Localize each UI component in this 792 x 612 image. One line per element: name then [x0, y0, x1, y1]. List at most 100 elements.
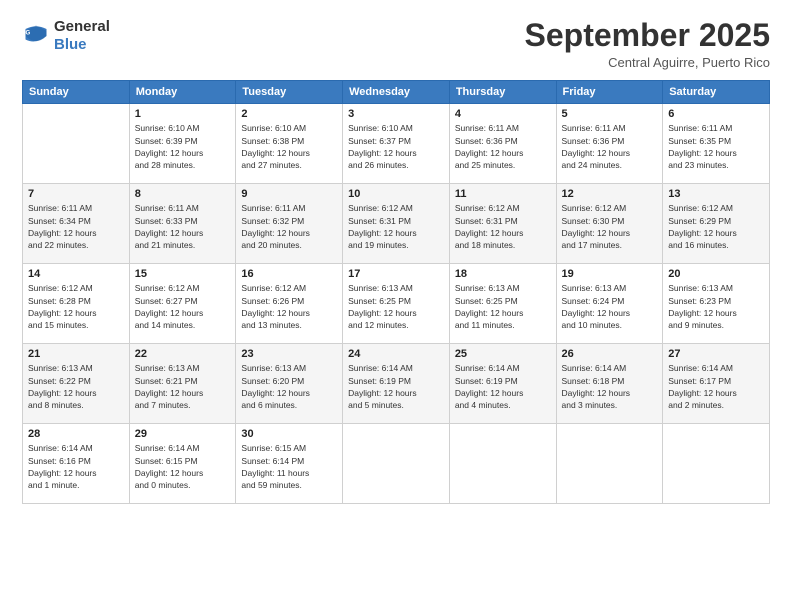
day-number: 26 [562, 348, 658, 360]
table-cell: 2 Sunrise: 6:10 AMSunset: 6:38 PMDaylight… [236, 104, 343, 184]
table-cell: 9Sunrise: 6:11 AMSunset: 6:32 PMDaylight… [236, 184, 343, 264]
day-number: 18 [455, 268, 551, 280]
day-number: 22 [135, 348, 231, 360]
logo-icon: G [22, 22, 50, 50]
svg-text:G: G [26, 29, 31, 36]
location: Central Aguirre, Puerto Rico [525, 55, 770, 70]
table-cell: 26 Sunrise: 6:14 AMSunset: 6:18 PMDayligh… [556, 344, 663, 424]
day-number: 1 [135, 108, 231, 120]
page: G General Blue September 2025 Central Ag… [0, 0, 792, 612]
table-cell: 15 Sunrise: 6:12 AMSunset: 6:27 PMDayligh… [129, 264, 236, 344]
day-info: Sunrise: 6:11 AMSunset: 6:33 PMDaylight:… [135, 202, 231, 251]
day-number: 8 [135, 188, 231, 200]
day-info: Sunrise: 6:11 AMSunset: 6:36 PMDaylight:… [455, 122, 551, 171]
table-cell: 7Sunrise: 6:11 AMSunset: 6:34 PMDaylight… [23, 184, 130, 264]
day-number: 23 [241, 348, 337, 360]
day-info: Sunrise: 6:12 AMSunset: 6:29 PMDaylight:… [668, 202, 764, 251]
day-info: Sunrise: 6:10 AMSunset: 6:38 PMDaylight:… [241, 122, 337, 171]
day-number: 4 [455, 108, 551, 120]
table-cell: 19Sunrise: 6:13 AMSunset: 6:24 PMDayligh… [556, 264, 663, 344]
table-cell: 10 Sunrise: 6:12 AMSunset: 6:31 PMDayligh… [343, 184, 450, 264]
day-info: Sunrise: 6:14 AMSunset: 6:15 PMDaylight:… [135, 442, 231, 491]
day-number: 17 [348, 268, 444, 280]
day-number: 13 [668, 188, 764, 200]
day-info: Sunrise: 6:12 AMSunset: 6:30 PMDaylight:… [562, 202, 658, 251]
day-number: 12 [562, 188, 658, 200]
day-info: Sunrise: 6:12 AMSunset: 6:31 PMDaylight:… [455, 202, 551, 251]
day-info: Sunrise: 6:13 AMSunset: 6:22 PMDaylight:… [28, 362, 124, 411]
table-cell: 22 Sunrise: 6:13 AMSunset: 6:21 PMDayligh… [129, 344, 236, 424]
day-number: 14 [28, 268, 124, 280]
day-info: Sunrise: 6:12 AMSunset: 6:28 PMDaylight:… [28, 282, 124, 331]
day-info: Sunrise: 6:11 AMSunset: 6:35 PMDaylight:… [668, 122, 764, 171]
day-number: 27 [668, 348, 764, 360]
day-info: Sunrise: 6:14 AMSunset: 6:18 PMDaylight:… [562, 362, 658, 411]
day-info: Sunrise: 6:14 AMSunset: 6:19 PMDaylight:… [455, 362, 551, 411]
day-number: 15 [135, 268, 231, 280]
logo-text: General Blue [54, 18, 110, 54]
table-cell [663, 424, 770, 504]
day-number: 20 [668, 268, 764, 280]
day-info: Sunrise: 6:14 AMSunset: 6:19 PMDaylight:… [348, 362, 444, 411]
day-number: 3 [348, 108, 444, 120]
calendar-row: 21 Sunrise: 6:13 AMSunset: 6:22 PMDayligh… [23, 344, 770, 424]
table-cell: 24Sunrise: 6:14 AMSunset: 6:19 PMDayligh… [343, 344, 450, 424]
day-number: 29 [135, 428, 231, 440]
table-cell: 25 Sunrise: 6:14 AMSunset: 6:19 PMDayligh… [449, 344, 556, 424]
calendar-row: 1Sunrise: 6:10 AMSunset: 6:39 PMDaylight… [23, 104, 770, 184]
day-number: 2 [241, 108, 337, 120]
day-info: Sunrise: 6:15 AMSunset: 6:14 PMDaylight:… [241, 442, 337, 491]
table-cell: 1Sunrise: 6:10 AMSunset: 6:39 PMDaylight… [129, 104, 236, 184]
table-cell: 8 Sunrise: 6:11 AMSunset: 6:33 PMDaylight… [129, 184, 236, 264]
table-cell: 5 Sunrise: 6:11 AMSunset: 6:36 PMDaylight… [556, 104, 663, 184]
day-number: 30 [241, 428, 337, 440]
col-wednesday: Wednesday [343, 81, 450, 104]
logo: G General Blue [22, 18, 110, 54]
table-cell: 30 Sunrise: 6:15 AMSunset: 6:14 PMDayligh… [236, 424, 343, 504]
table-cell: 28Sunrise: 6:14 AMSunset: 6:16 PMDayligh… [23, 424, 130, 504]
calendar-header-row: Sunday Monday Tuesday Wednesday Thursday… [23, 81, 770, 104]
logo-line2: Blue [54, 36, 110, 54]
table-cell: 27Sunrise: 6:14 AMSunset: 6:17 PMDayligh… [663, 344, 770, 424]
day-info: Sunrise: 6:10 AMSunset: 6:37 PMDaylight:… [348, 122, 444, 171]
day-number: 5 [562, 108, 658, 120]
day-info: Sunrise: 6:13 AMSunset: 6:25 PMDaylight:… [348, 282, 444, 331]
table-cell: 13 Sunrise: 6:12 AMSunset: 6:29 PMDayligh… [663, 184, 770, 264]
day-info: Sunrise: 6:13 AMSunset: 6:24 PMDaylight:… [562, 282, 658, 331]
day-number: 6 [668, 108, 764, 120]
col-sunday: Sunday [23, 81, 130, 104]
col-monday: Monday [129, 81, 236, 104]
table-cell: 29 Sunrise: 6:14 AMSunset: 6:15 PMDayligh… [129, 424, 236, 504]
day-info: Sunrise: 6:11 AMSunset: 6:36 PMDaylight:… [562, 122, 658, 171]
logo-line1: General [54, 18, 110, 36]
day-number: 9 [241, 188, 337, 200]
day-number: 16 [241, 268, 337, 280]
col-saturday: Saturday [663, 81, 770, 104]
table-cell: 4 Sunrise: 6:11 AMSunset: 6:36 PMDaylight… [449, 104, 556, 184]
table-cell: 11 Sunrise: 6:12 AMSunset: 6:31 PMDayligh… [449, 184, 556, 264]
day-number: 25 [455, 348, 551, 360]
day-info: Sunrise: 6:13 AMSunset: 6:21 PMDaylight:… [135, 362, 231, 411]
title-block: September 2025 Central Aguirre, Puerto R… [525, 18, 770, 70]
day-number: 7 [28, 188, 124, 200]
header: G General Blue September 2025 Central Ag… [22, 18, 770, 70]
table-cell [23, 104, 130, 184]
day-info: Sunrise: 6:12 AMSunset: 6:27 PMDaylight:… [135, 282, 231, 331]
month-title: September 2025 [525, 18, 770, 53]
day-number: 10 [348, 188, 444, 200]
table-cell: 12 Sunrise: 6:12 AMSunset: 6:30 PMDayligh… [556, 184, 663, 264]
day-info: Sunrise: 6:12 AMSunset: 6:31 PMDaylight:… [348, 202, 444, 251]
table-cell [556, 424, 663, 504]
col-tuesday: Tuesday [236, 81, 343, 104]
table-cell: 20Sunrise: 6:13 AMSunset: 6:23 PMDayligh… [663, 264, 770, 344]
table-cell: 17 Sunrise: 6:13 AMSunset: 6:25 PMDayligh… [343, 264, 450, 344]
table-cell: 21 Sunrise: 6:13 AMSunset: 6:22 PMDayligh… [23, 344, 130, 424]
day-number: 11 [455, 188, 551, 200]
table-cell: 6 Sunrise: 6:11 AMSunset: 6:35 PMDaylight… [663, 104, 770, 184]
calendar-row: 7Sunrise: 6:11 AMSunset: 6:34 PMDaylight… [23, 184, 770, 264]
table-cell [343, 424, 450, 504]
day-number: 21 [28, 348, 124, 360]
day-info: Sunrise: 6:12 AMSunset: 6:26 PMDaylight:… [241, 282, 337, 331]
col-friday: Friday [556, 81, 663, 104]
day-number: 28 [28, 428, 124, 440]
